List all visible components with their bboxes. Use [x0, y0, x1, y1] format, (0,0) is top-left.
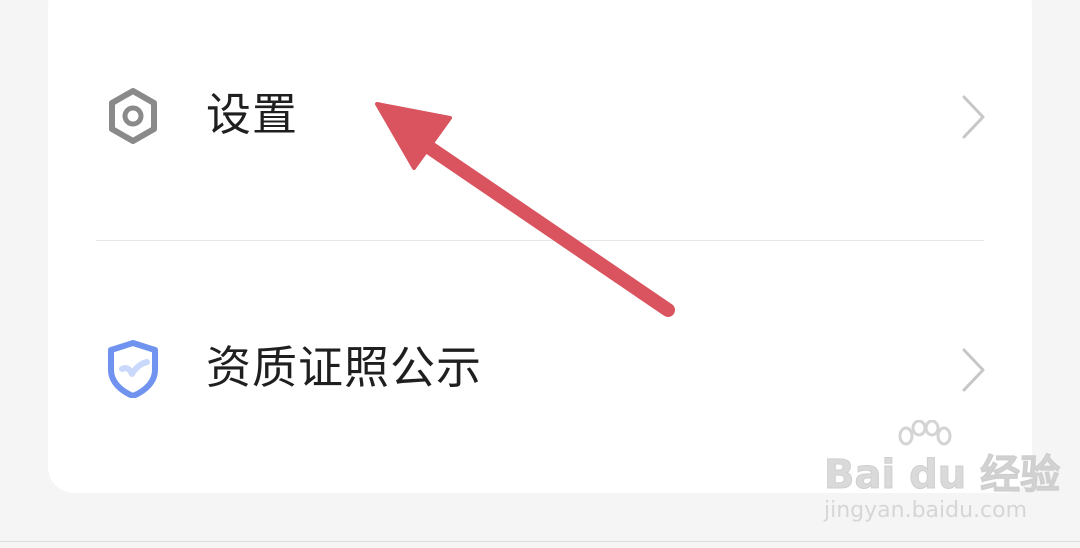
- menu-item-label: 资质证照公示: [206, 341, 483, 394]
- menu-item-license-disclosure[interactable]: 资质证照公示: [48, 303, 1032, 433]
- menu-item-settings[interactable]: 设置: [48, 50, 1032, 180]
- bottom-divider: [0, 541, 1080, 542]
- baidu-jingyan-watermark: Bai du 经验 jingyan.baidu.com: [824, 420, 1061, 530]
- watermark-domain: jingyan.baidu.com: [824, 498, 1028, 523]
- hexagon-settings-icon: [104, 87, 162, 145]
- chevron-right-icon: [958, 94, 988, 140]
- watermark-brand: Bai du 经验: [824, 452, 1061, 499]
- divider: [96, 240, 984, 241]
- menu-item-label: 设置: [206, 88, 299, 141]
- chevron-right-icon: [958, 347, 988, 393]
- shield-check-icon: [104, 340, 162, 398]
